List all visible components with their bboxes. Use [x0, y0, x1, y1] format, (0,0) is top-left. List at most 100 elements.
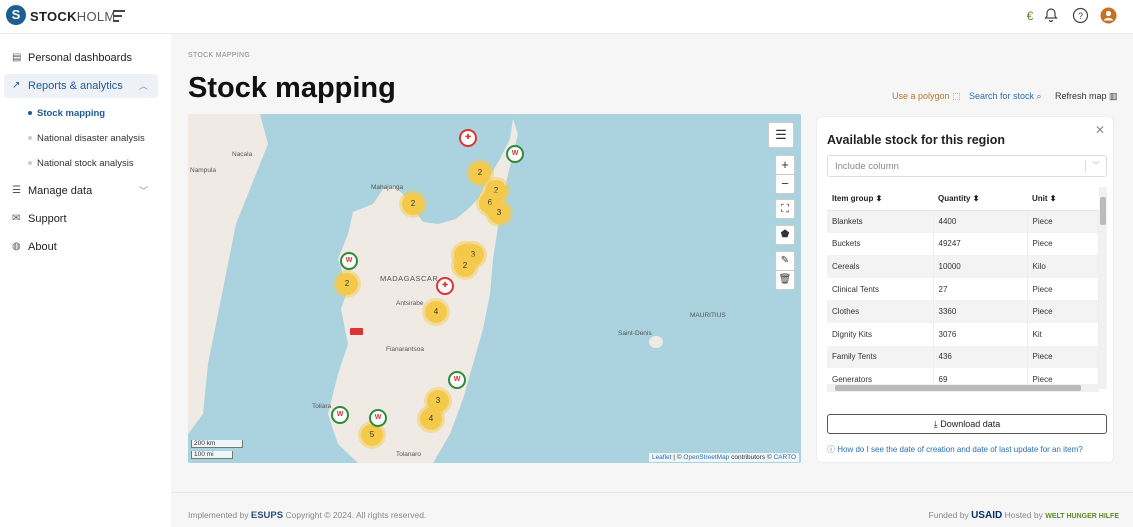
chevron-up-icon[interactable]: ︿ [139, 74, 148, 98]
table-row[interactable]: Family Tents 436 Piece [827, 345, 1099, 369]
sort-icon: ⬍ [1049, 193, 1057, 203]
table-cell: 49247 [933, 232, 1028, 256]
panel-title: Available stock for this region [827, 133, 1006, 147]
sort-icon: ⬍ [972, 193, 980, 203]
table-cell: 3360 [933, 300, 1028, 323]
warehouse-pin-icon[interactable]: W [331, 406, 349, 424]
leaflet-link[interactable]: Leaflet [652, 454, 672, 461]
layers-icon[interactable]: ☰ [768, 122, 794, 148]
fullscreen-icon[interactable]: ⛶ [775, 199, 795, 219]
columns-icon: ▥ [1109, 91, 1118, 101]
help-link[interactable]: ⓘ How do I see the date of creation and … [827, 444, 1083, 455]
map-label: Mahajanga [371, 184, 404, 191]
use-polygon-button[interactable]: Use a polygon ⬚ [892, 91, 961, 102]
brand-name: STOCKHOLM [30, 9, 116, 24]
stockholm-logo[interactable]: S [6, 5, 26, 25]
table-cell: Piece [1027, 232, 1099, 256]
warehouse-flag-icon[interactable] [350, 328, 363, 335]
table-row[interactable]: Clinical Tents 27 Piece [827, 277, 1099, 301]
sidebar-item-label: Reports & analytics [28, 80, 123, 92]
welthungerhilfe-logo[interactable]: WELT HUNGER HILFE [1045, 513, 1119, 520]
include-column-select[interactable]: Include column ﹀ [827, 155, 1107, 177]
table-cell: Piece [1027, 210, 1099, 233]
svg-text:?: ? [1077, 11, 1082, 21]
warehouse-pin-icon[interactable]: W [506, 145, 524, 163]
breadcrumb[interactable]: STOCK MAPPING [188, 52, 250, 59]
stock-cluster-marker[interactable]: 4 [425, 301, 447, 323]
stock-cluster-marker[interactable]: 2 [336, 273, 358, 295]
language-icon[interactable]: € [1021, 7, 1039, 25]
table-cell: Piece [1027, 277, 1099, 301]
table-row[interactable]: Dignity Kits 3076 Kit [827, 322, 1099, 346]
table-horizontal-scrollbar[interactable] [827, 384, 1099, 392]
sidebar-subitem-stock-mapping[interactable]: Stock mapping [28, 108, 105, 119]
warehouse-pin-icon[interactable]: W [369, 409, 387, 427]
help-icon[interactable]: ? [1071, 7, 1089, 25]
sidebar-item-personal-dashboards[interactable]: ▤ Personal dashboards [4, 46, 158, 70]
esups-logo[interactable]: ESUPS [251, 510, 283, 521]
stock-cluster-marker[interactable]: 5 [361, 424, 383, 446]
table-cell: Piece [1027, 345, 1099, 369]
openstreetmap-link[interactable]: OpenStreetMap [683, 454, 729, 461]
column-header-quantity[interactable]: Quantity ⬍ [933, 187, 1027, 211]
warehouse-pin-icon[interactable]: W [340, 252, 358, 270]
table-cell: Kit [1027, 322, 1099, 346]
table-cell: Blankets [827, 210, 934, 233]
usaid-logo[interactable]: USAID [971, 510, 1002, 521]
table-vertical-scrollbar[interactable] [1099, 187, 1107, 389]
zoom-out-button[interactable]: − [775, 174, 795, 194]
polygon-icon: ⬚ [952, 91, 961, 101]
sidebar-item-reports-analytics[interactable]: ↗ Reports & analytics ︿ [4, 74, 158, 98]
draw-polygon-icon[interactable]: ⬟ [775, 225, 795, 245]
column-header-unit[interactable]: Unit ⬍ [1027, 187, 1099, 211]
dashboard-icon: ▤ [12, 52, 22, 63]
sidebar-item-label: Support [28, 213, 67, 225]
stock-cluster-marker[interactable]: 2 [402, 193, 424, 215]
menu-toggle-icon[interactable] [113, 10, 125, 25]
warehouse-pin-icon[interactable]: W [448, 371, 466, 389]
sidebar-item-manage-data[interactable]: ☰ Manage data ﹀ [4, 179, 158, 203]
warehouse-pin-icon[interactable]: ✚ [459, 129, 477, 147]
sidebar-subitem-national-disaster-analysis[interactable]: National disaster analysis [28, 133, 145, 144]
mail-icon: ✉ [12, 213, 21, 224]
sidebar-item-about[interactable]: ◍ About [4, 235, 158, 259]
stock-cluster-marker[interactable]: 2 [454, 255, 476, 277]
map-label: Nacala [232, 151, 253, 158]
zoom-in-button[interactable]: + [775, 155, 795, 175]
download-icon: ⤓ [933, 419, 938, 429]
delete-layers-icon[interactable]: 🗑 [775, 270, 795, 290]
close-icon[interactable]: ✕ [1095, 123, 1105, 137]
table-row[interactable]: Cereals 10000 Kilo [827, 255, 1099, 278]
footer-right: Funded by USAID Hosted by WELT HUNGER HI… [928, 510, 1119, 521]
sort-icon: ⬍ [875, 193, 883, 203]
user-avatar-icon[interactable] [1099, 7, 1117, 25]
table-row[interactable]: Buckets 49247 Piece [827, 232, 1099, 256]
sidebar-item-label: About [28, 241, 57, 253]
table-cell: 10000 [933, 255, 1028, 278]
stock-cluster-marker[interactable]: 2 [469, 162, 491, 184]
sidebar-item-support[interactable]: ✉ Support [4, 207, 158, 231]
map-scale-mi: 100 mi [191, 451, 233, 459]
table-cell: Cereals [827, 255, 934, 278]
refresh-map-button[interactable]: Refresh map ▥ [1055, 91, 1118, 102]
stock-map[interactable]: Nacala Nampula Mahajanga MADAGASCAR Ants… [188, 114, 801, 463]
table-cell: 27 [933, 277, 1028, 301]
column-header-item-group[interactable]: Item group ⬍ [827, 187, 933, 211]
page-title: Stock mapping [188, 72, 396, 104]
map-label: MADAGASCAR [380, 274, 439, 283]
search-stock-button[interactable]: Search for stock ⌕ [969, 91, 1042, 102]
carto-link[interactable]: CARTO [773, 454, 796, 461]
edit-layers-icon[interactable]: ✎ [775, 251, 795, 271]
sidebar-subitem-national-stock-analysis[interactable]: National stock analysis [28, 158, 134, 169]
map-label: Saint-Denis [618, 330, 652, 337]
table-row[interactable]: Clothes 3360 Piece [827, 300, 1099, 323]
bell-icon[interactable] [1042, 7, 1060, 25]
warehouse-pin-icon[interactable]: ✚ [436, 277, 454, 295]
chevron-down-icon[interactable]: ﹀ [139, 179, 148, 203]
map-label: MAURITIUS [690, 312, 726, 319]
table-row[interactable]: Blankets 4400 Piece [827, 210, 1099, 233]
stock-cluster-marker[interactable]: 3 [488, 202, 510, 224]
stock-cluster-marker[interactable]: 4 [420, 408, 442, 430]
download-data-button[interactable]: ⤓ Download data [827, 414, 1107, 434]
top-bar: S STOCKHOLM € ? [0, 0, 1133, 34]
